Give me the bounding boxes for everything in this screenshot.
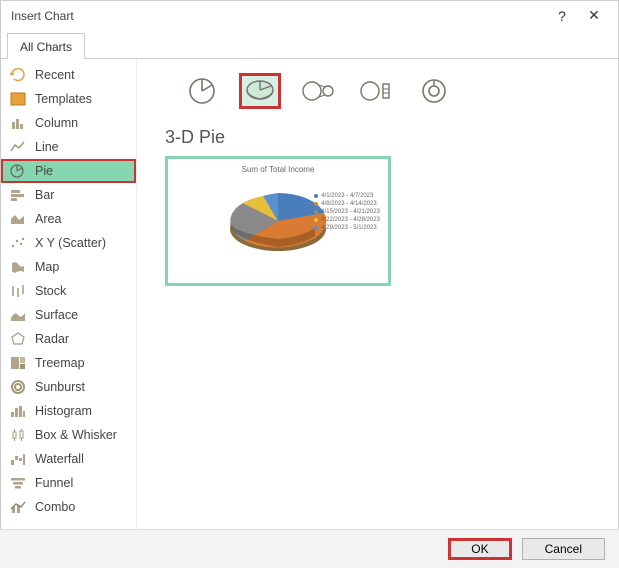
line-icon [9,139,27,155]
bar-of-pie-icon [359,76,393,106]
ok-button[interactable]: OK [448,538,511,560]
close-button[interactable]: ✕ [578,7,610,24]
sidebar-item-radar[interactable]: Radar [1,327,136,351]
legend-swatch [314,194,318,198]
sidebar-item-label: Treemap [35,356,85,370]
sidebar-item-surface[interactable]: Surface [1,303,136,327]
legend-swatch [314,210,318,214]
stock-icon [9,283,27,299]
treemap-icon [9,355,27,371]
sidebar-item-label: Combo [35,500,75,514]
bar-icon [9,187,27,203]
sidebar-item-map[interactable]: Map [1,255,136,279]
legend-swatch [314,202,318,206]
sunburst-icon [9,379,27,395]
legend-item: 4/1/2023 - 4/7/2023 [314,193,380,199]
pie-3d-icon [243,76,277,106]
chart-type-heading: 3-D Pie [165,127,604,148]
pie-2d-icon [185,76,219,106]
sidebar-item-label: Surface [35,308,78,322]
sidebar-item-bar[interactable]: Bar [1,183,136,207]
tab-strip: All Charts [1,32,618,59]
waterfall-icon [9,451,27,467]
funnel-icon [9,475,27,491]
column-icon [9,115,27,131]
window-title: Insert Chart [11,9,546,23]
templates-icon [9,91,27,107]
sidebar-item-combo[interactable]: Combo [1,495,136,519]
legend-item: 4/8/2023 - 4/14/2023 [314,201,380,207]
main-panel: 3-D Pie Sum of Total Income 4/1/2023 - 4… [137,59,618,529]
pie-icon [9,163,27,179]
sidebar-item-label: Radar [35,332,69,346]
pie-variant-row [181,73,604,109]
sidebar-item-boxwhisker[interactable]: Box & Whisker [1,423,136,447]
pie-of-pie-icon [301,76,335,106]
sidebar-item-label: Box & Whisker [35,428,117,442]
variant-bar-of-pie[interactable] [355,73,397,109]
sidebar-item-stock[interactable]: Stock [1,279,136,303]
sidebar-item-label: Column [35,116,78,130]
radar-icon [9,331,27,347]
variant-pie-3d[interactable] [239,73,281,109]
chart-category-sidebar: Recent Templates Column Line Pie Bar Are… [1,59,137,529]
legend-item: 4/29/2023 - 5/1/2023 [314,225,380,231]
area-icon [9,211,27,227]
legend-item: 4/22/2023 - 4/28/2023 [314,217,380,223]
titlebar: Insert Chart ? ✕ [1,1,618,30]
sidebar-item-label: Line [35,140,59,154]
combo-icon [9,499,27,515]
sidebar-item-treemap[interactable]: Treemap [1,351,136,375]
cancel-button[interactable]: Cancel [522,538,605,560]
sidebar-item-area[interactable]: Area [1,207,136,231]
preview-title: Sum of Total Income [168,165,388,174]
surface-icon [9,307,27,323]
sidebar-item-label: Sunburst [35,380,85,394]
legend-item: 4/15/2023 - 4/21/2023 [314,209,380,215]
legend-swatch [314,226,318,230]
content-area: Recent Templates Column Line Pie Bar Are… [1,59,618,529]
sidebar-item-histogram[interactable]: Histogram [1,399,136,423]
sidebar-item-column[interactable]: Column [1,111,136,135]
sidebar-item-label: Histogram [35,404,92,418]
sidebar-item-line[interactable]: Line [1,135,136,159]
sidebar-item-label: Recent [35,68,75,82]
variant-pie-2d[interactable] [181,73,223,109]
variant-pie-of-pie[interactable] [297,73,339,109]
doughnut-icon [417,76,451,106]
sidebar-item-label: Pie [35,164,53,178]
sidebar-item-templates[interactable]: Templates [1,87,136,111]
variant-doughnut[interactable] [413,73,455,109]
sidebar-item-scatter[interactable]: X Y (Scatter) [1,231,136,255]
map-icon [9,259,27,275]
recent-icon [9,67,27,83]
sidebar-item-sunburst[interactable]: Sunburst [1,375,136,399]
scatter-icon [9,235,27,251]
preview-legend: 4/1/2023 - 4/7/2023 4/8/2023 - 4/14/2023… [314,191,380,233]
histogram-icon [9,403,27,419]
sidebar-item-label: Area [35,212,61,226]
sidebar-item-recent[interactable]: Recent [1,63,136,87]
help-button[interactable]: ? [546,8,578,24]
sidebar-item-funnel[interactable]: Funnel [1,471,136,495]
boxwhisker-icon [9,427,27,443]
chart-preview[interactable]: Sum of Total Income 4/1/2023 - 4/7/2023 … [165,156,391,286]
dialog-footer: OK Cancel [0,529,619,568]
legend-swatch [314,218,318,222]
sidebar-item-label: X Y (Scatter) [35,236,106,250]
sidebar-item-label: Bar [35,188,54,202]
sidebar-item-label: Templates [35,92,92,106]
sidebar-item-pie[interactable]: Pie [1,159,136,183]
sidebar-item-label: Map [35,260,59,274]
sidebar-item-waterfall[interactable]: Waterfall [1,447,136,471]
sidebar-item-label: Funnel [35,476,73,490]
tab-all-charts[interactable]: All Charts [7,33,85,59]
sidebar-item-label: Waterfall [35,452,84,466]
sidebar-item-label: Stock [35,284,66,298]
